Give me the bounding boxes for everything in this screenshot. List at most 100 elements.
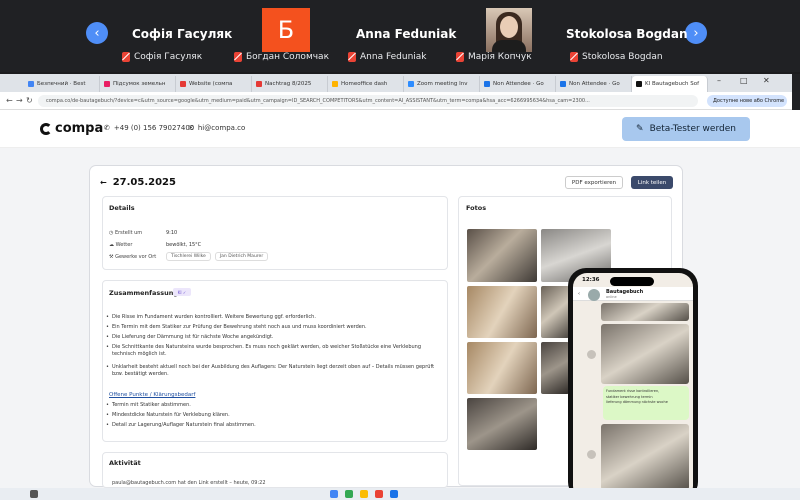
- open-point: Detail zur Lagerung/Auflager Naturstein …: [106, 422, 437, 429]
- mic-muted-icon: [348, 52, 356, 62]
- app-icon[interactable]: [390, 490, 398, 498]
- chat-status: online: [606, 295, 617, 299]
- browser-tab[interactable]: Безпечний · Best: [24, 76, 100, 92]
- compa-logo[interactable]: compa: [40, 121, 103, 136]
- address-bar[interactable]: compa.co/de-bautagebuch/?device=c&utm_so…: [38, 95, 698, 107]
- photo-thumbnail[interactable]: [467, 229, 537, 282]
- trade-chip: Jan Dietrich Maurer: [214, 252, 269, 261]
- pdf-export-button[interactable]: PDF exportieren: [565, 176, 623, 189]
- next-participants-button[interactable]: ›: [685, 22, 707, 44]
- taskbar: [0, 488, 800, 500]
- detail-label-trades: ⚒ Gewerke vor Ort: [109, 254, 157, 260]
- maximize-icon[interactable]: □: [740, 76, 748, 85]
- phone-icon: ✆: [104, 124, 110, 132]
- photo-thumbnail[interactable]: [467, 398, 537, 450]
- summary-bullet: Die Lieferung der Dämmung ist für nächst…: [106, 334, 437, 341]
- reload-icon[interactable]: ↻: [26, 96, 33, 105]
- open-points-heading: Offene Punkte / Klärungsbedarf: [109, 392, 196, 398]
- chat-text-message: Fundament risse kontrollieren, statiker …: [603, 386, 689, 420]
- favicon-icon: [636, 81, 642, 87]
- detail-value-created: 9:10: [166, 230, 178, 236]
- browser-tab[interactable]: Non Attendee · Go: [556, 76, 632, 92]
- chrome-update-button[interactable]: Доступне нове або Chrome: [707, 95, 787, 107]
- email-contact[interactable]: ✉ hi@compa.co: [188, 124, 245, 132]
- detail-value-trades: Tischlerei Wilke Jan Dietrich Maurer: [166, 252, 272, 261]
- beta-tester-button[interactable]: ✎ Beta-Tester werden: [622, 117, 750, 141]
- sparkle-icon: ✎: [636, 124, 644, 134]
- favicon-icon: [180, 81, 186, 87]
- mic-muted-icon: [456, 52, 464, 62]
- report-header: ← 27.05.2025: [100, 177, 176, 188]
- chevron-right-icon: ›: [693, 25, 699, 41]
- close-icon[interactable]: ✕: [763, 76, 770, 85]
- favicon-icon: [332, 81, 338, 87]
- share-link-button[interactable]: Link teilen: [631, 176, 673, 189]
- back-arrow-icon[interactable]: ←: [100, 178, 107, 187]
- chat-back-icon[interactable]: ‹: [578, 291, 580, 297]
- forward-icon[interactable]: [587, 450, 596, 459]
- participant-name: Stokolosa Bogdan: [566, 27, 688, 41]
- participant-label: Stokolosa Bogdan: [582, 52, 663, 62]
- back-icon[interactable]: ←: [6, 96, 13, 105]
- phone-contact[interactable]: ✆ +49 (0) 156 79027400: [104, 124, 194, 132]
- browser-tab[interactable]: Nachtrag 8/2025: [252, 76, 328, 92]
- forward-icon[interactable]: [587, 350, 596, 359]
- logo-mark-icon: [40, 122, 52, 135]
- open-point: Mindestdicke Naturstein für Verklebung k…: [106, 412, 437, 419]
- photos-heading: Fotos: [466, 204, 487, 212]
- participant-label: Anna Feduniak: [360, 52, 427, 62]
- detail-label-created: ◷ Erstellt um: [109, 230, 143, 236]
- app-icon[interactable]: [360, 490, 368, 498]
- photo-thumbnail[interactable]: [541, 342, 569, 394]
- summary-bullet: Die Risse im Fundament wurden kontrollie…: [106, 314, 437, 321]
- summary-bullet: Die Schnittkante des Natursteins wurde b…: [106, 344, 437, 358]
- favicon-icon: [104, 81, 110, 87]
- app-icon[interactable]: [375, 490, 383, 498]
- mail-icon: ✉: [188, 124, 194, 132]
- photo-thumbnail[interactable]: [467, 286, 537, 338]
- forward-icon[interactable]: →: [16, 96, 23, 105]
- participant-label: Софія Гасуляк: [134, 52, 203, 62]
- browser-tab[interactable]: Non Attendee · Go: [480, 76, 556, 92]
- browser-tab[interactable]: Website (сомпа: [176, 76, 252, 92]
- browser-tab-strip: Безпечний · Best Підсумок земельн Websit…: [0, 74, 800, 92]
- browser-toolbar: ← → ↻ compa.co/de-bautagebuch/?device=c&…: [0, 92, 800, 110]
- detail-value-weather: bewölkt, 15°C: [166, 242, 202, 248]
- chat-image-message[interactable]: [601, 424, 689, 490]
- chat-image-message[interactable]: [601, 303, 689, 321]
- browser-tab-active[interactable]: KI Bautagebuch Sof: [632, 76, 708, 92]
- photo-thumbnail[interactable]: [467, 342, 537, 394]
- favicon-icon: [256, 81, 262, 87]
- phone-notch: [610, 277, 654, 286]
- chat-avatar: [588, 289, 600, 301]
- participant-name: Anna Feduniak: [356, 27, 457, 41]
- summary-heading: Zusammenfassung: [109, 289, 179, 297]
- photo-thumbnail[interactable]: [541, 286, 569, 338]
- chat-image-message[interactable]: [601, 324, 689, 384]
- favicon-icon: [484, 81, 490, 87]
- app-icon[interactable]: [345, 490, 353, 498]
- minimize-icon[interactable]: –: [717, 76, 721, 85]
- favicon-icon: [408, 81, 414, 87]
- start-icon[interactable]: [30, 490, 38, 498]
- summary-bullet: Unklarheit besteht aktuell noch bei der …: [106, 364, 437, 378]
- detail-label-weather: ☁ Wetter: [109, 242, 133, 248]
- report-date: 27.05.2025: [112, 177, 176, 188]
- browser-tab[interactable]: Підсумок земельн: [100, 76, 176, 92]
- trade-chip: Tischlerei Wilke: [166, 252, 211, 261]
- details-heading: Details: [109, 204, 135, 212]
- activity-entry: paula@bautagebuch.com hat den Link erste…: [112, 480, 266, 486]
- mic-muted-icon: [570, 52, 578, 62]
- mic-muted-icon: [122, 52, 130, 62]
- participant-label: Марія Копчук: [468, 52, 532, 62]
- browser-tab[interactable]: Homeoffice dash: [328, 76, 404, 92]
- summary-bullet: Ein Termin mit dem Statiker zur Prüfung …: [106, 324, 437, 331]
- previous-participants-button[interactable]: ‹: [86, 22, 108, 44]
- favicon-icon: [28, 81, 34, 87]
- ai-tag[interactable]: KI ✓: [173, 288, 191, 296]
- participant-label: Богдан Соломчак: [246, 52, 329, 62]
- browser-tab[interactable]: Zoom meeting Inv: [404, 76, 480, 92]
- activity-heading: Aktivität: [109, 459, 141, 467]
- phone-time: 12:36: [582, 277, 600, 283]
- app-icon[interactable]: [330, 490, 338, 498]
